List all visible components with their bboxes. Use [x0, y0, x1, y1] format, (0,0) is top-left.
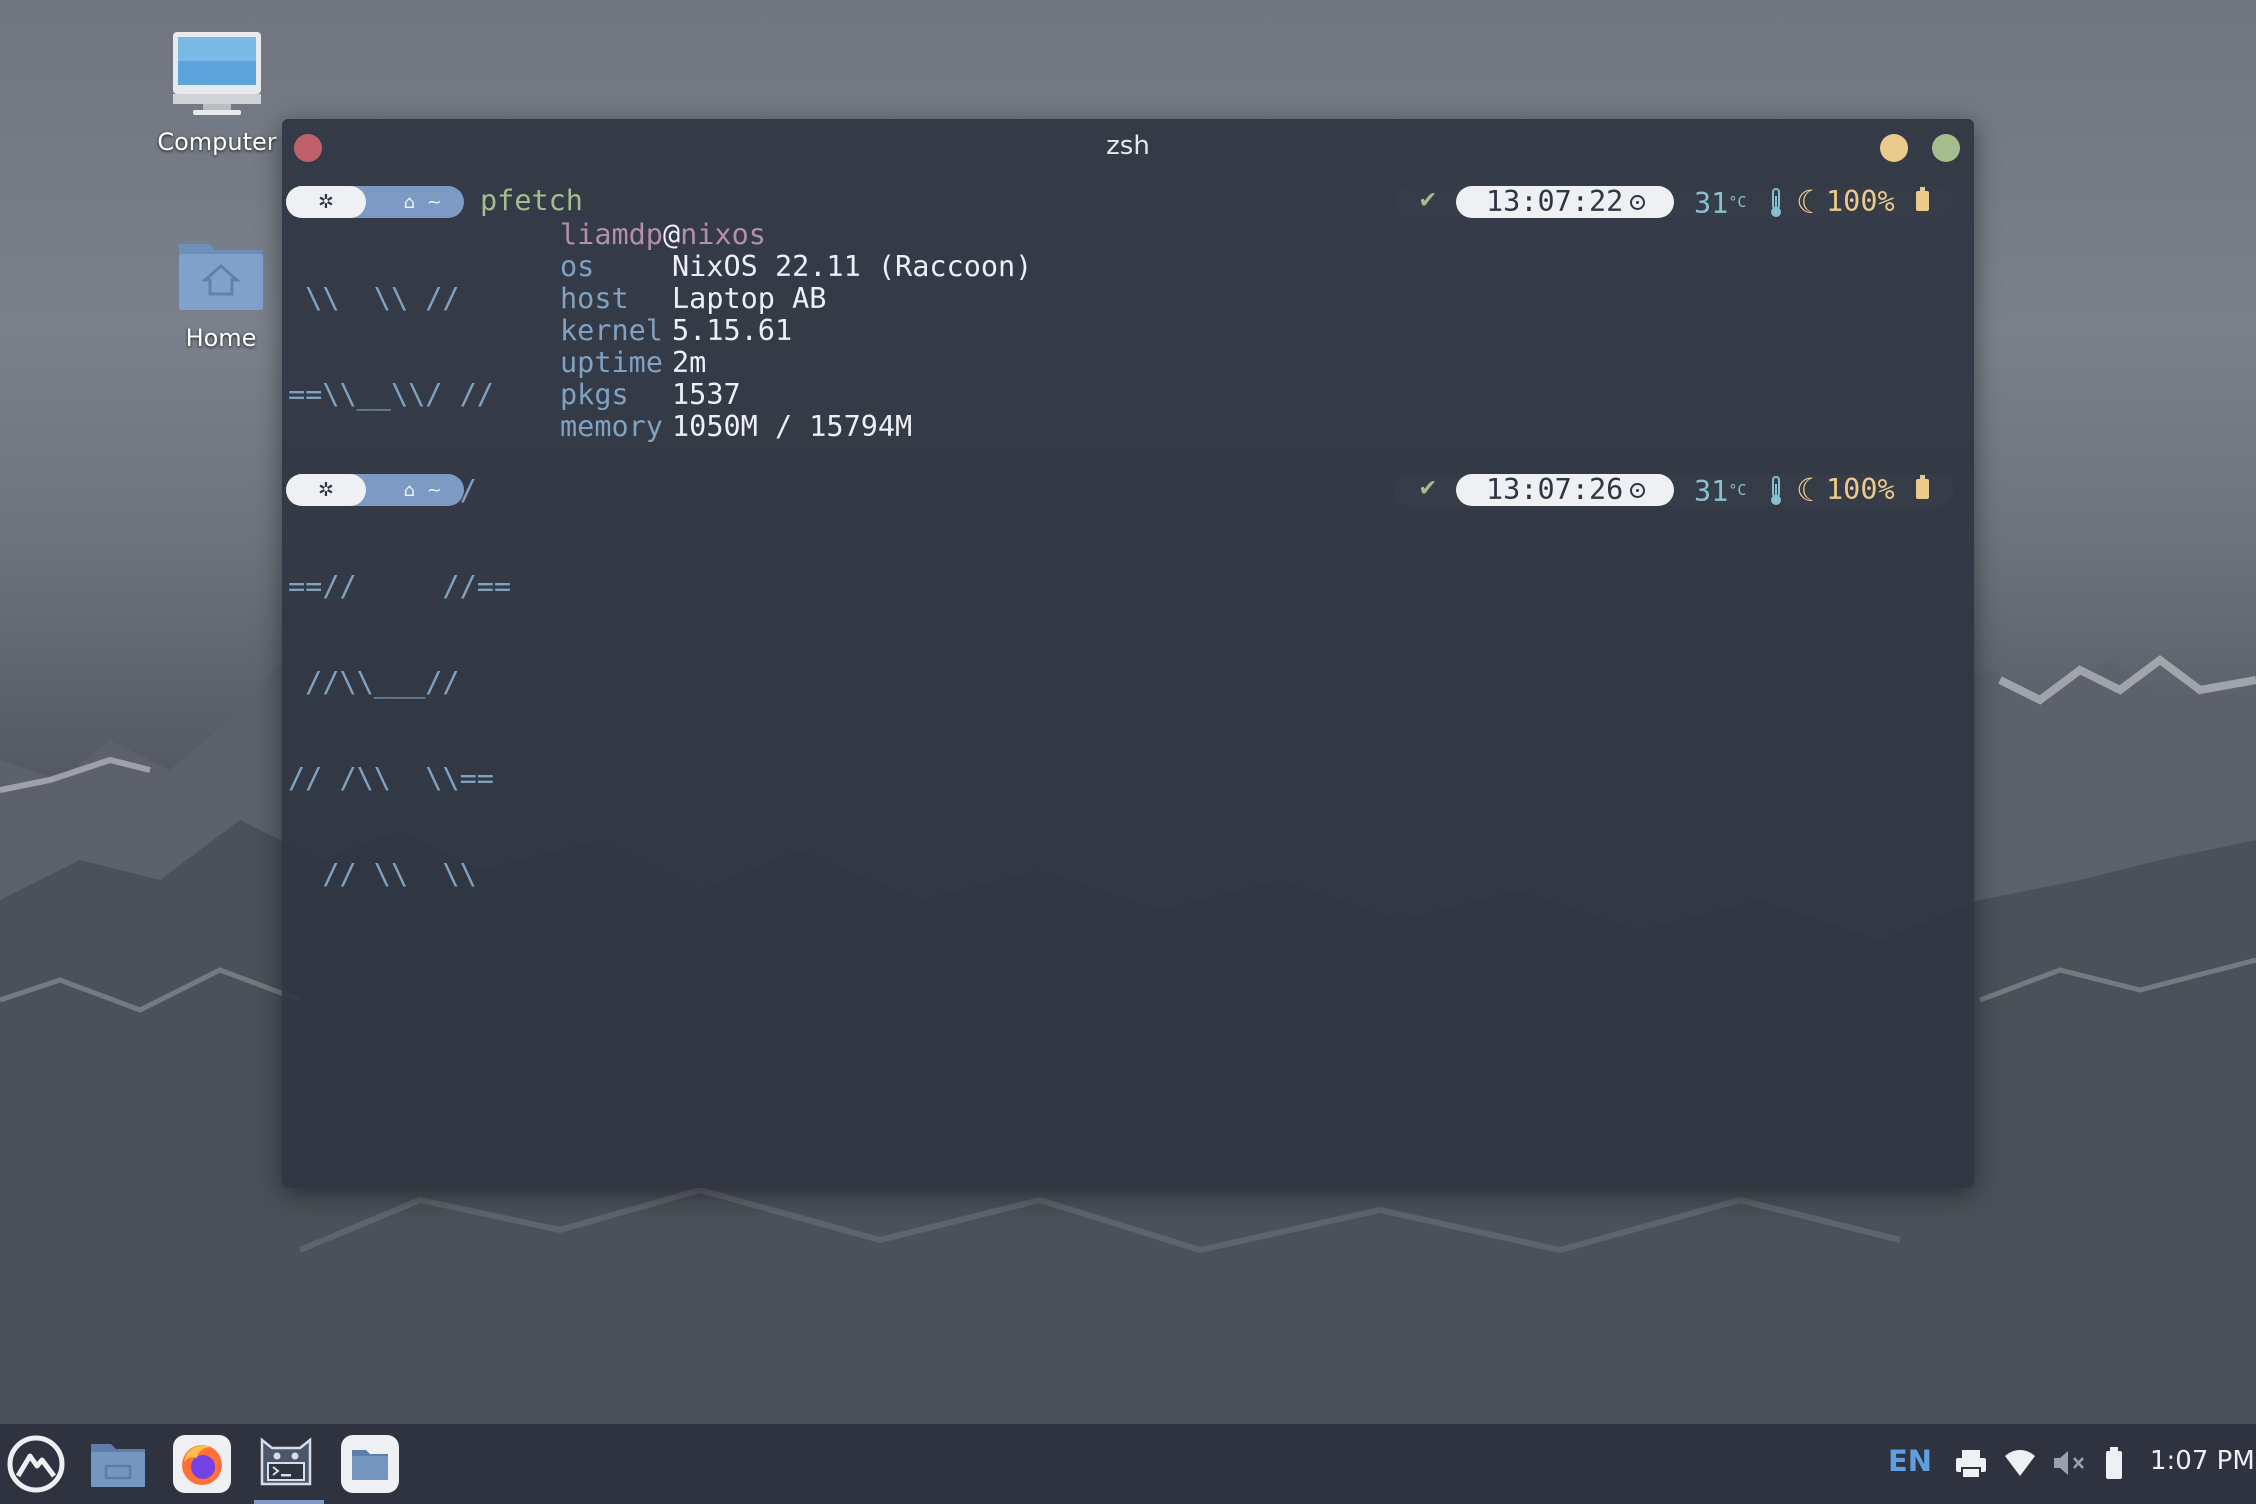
window-titlebar[interactable]: zsh: [282, 119, 1974, 177]
pfetch-value: 1050M / 15794M: [672, 410, 913, 443]
gear-icon: ✲: [318, 479, 334, 501]
battery-percentage: 100%: [1826, 473, 1895, 506]
temperature-segment: 31°C: [1694, 474, 1746, 508]
prompt-directory: ~: [426, 479, 442, 501]
prompt-time: 13:07:26: [1486, 473, 1624, 506]
temperature-value: 31: [1694, 475, 1729, 508]
desktop-icon-computer[interactable]: Computer: [132, 30, 302, 156]
taskbar-clock[interactable]: 1:07 PM: [2150, 1446, 2255, 1476]
pfetch-user-host: liamdp@nixos: [560, 219, 766, 251]
pfetch-value: 2m: [672, 346, 707, 379]
prompt-time: 13:07:22: [1486, 185, 1624, 218]
thermometer-icon: [1771, 188, 1781, 217]
prompt-os-segment: ✲: [286, 474, 366, 506]
temperature-segment: 31°C: [1694, 186, 1746, 220]
logo-line: \\ \\ //: [288, 282, 460, 315]
pfetch-key: os: [560, 250, 595, 283]
home-icon: ⌂: [403, 191, 415, 213]
keyboard-language[interactable]: EN: [1888, 1444, 1932, 1478]
pfetch-row-kernel: kernel: [560, 315, 663, 347]
prompt-os-segment: ✲: [286, 186, 366, 218]
clock-icon: [1630, 195, 1645, 210]
pfetch-row-os: os: [560, 251, 594, 283]
terminal-window[interactable]: zsh ⌂ ~ ✲ pfetch ✔ 13:07:22 31°C ☾ 100%: [282, 119, 1974, 1188]
pfetch-row-host: host: [560, 283, 629, 315]
pfetch-value: 1537: [672, 378, 741, 411]
moon-icon: ☾: [1796, 471, 1825, 509]
pfetch-key: host: [560, 282, 629, 315]
firefox-icon[interactable]: [172, 1434, 232, 1494]
computer-icon: [173, 32, 261, 115]
home-icon: ⌂: [403, 479, 415, 501]
window-title: zsh: [1106, 131, 1150, 161]
temperature-unit: °C: [1728, 481, 1747, 499]
pfetch-value: Laptop AB: [672, 282, 827, 315]
pfetch-row-pkgs: pkgs: [560, 379, 629, 411]
logo-line: ==// //==: [288, 570, 512, 603]
logo-line: //\\___//: [288, 666, 460, 699]
desktop-icon-home-label: Home: [185, 324, 257, 352]
thermometer-icon: [1771, 476, 1781, 505]
battery-tray-icon[interactable]: [2104, 1446, 2124, 1480]
volume-muted-icon[interactable]: [2052, 1448, 2086, 1478]
maximize-button[interactable]: [1932, 134, 1960, 162]
wifi-icon[interactable]: [2004, 1448, 2036, 1478]
clock-icon: [1630, 483, 1645, 498]
right-prompt: ✔ 13:07:22 31°C ☾ 100%: [1394, 183, 1954, 221]
gear-icon: ✲: [318, 191, 334, 213]
battery-icon: [1916, 475, 1929, 499]
pfetch-key: uptime: [560, 346, 663, 379]
right-prompt: ✔ 13:07:26 31°C ☾ 100%: [1394, 471, 1954, 509]
nixos-ascii-logo: \\ \\ // ==\\__\\/ // // \\// ==// //== …: [288, 219, 511, 955]
minimize-button[interactable]: [1880, 134, 1908, 162]
app-menu-icon[interactable]: [6, 1434, 66, 1494]
desktop-icon-home[interactable]: Home: [136, 236, 306, 352]
time-segment: 13:07:26: [1456, 474, 1674, 506]
pfetch-host: nixos: [680, 218, 766, 251]
printer-icon[interactable]: [1954, 1448, 1988, 1480]
prompt-command: pfetch: [480, 184, 583, 217]
pfetch-row-uptime: uptime: [560, 347, 663, 379]
terminal-app-icon[interactable]: [256, 1434, 316, 1494]
pfetch-key: memory: [560, 410, 663, 443]
desktop-icon-computer-label: Computer: [157, 128, 277, 156]
pfetch-at: @: [662, 218, 681, 251]
active-app-indicator: [254, 1500, 324, 1504]
battery-icon: [1916, 187, 1929, 211]
file-manager-icon[interactable]: [88, 1434, 148, 1494]
files-app-icon[interactable]: [340, 1434, 400, 1494]
pfetch-key: kernel: [560, 314, 663, 347]
pfetch-value: 5.15.61: [672, 314, 793, 347]
moon-icon: ☾: [1796, 183, 1825, 221]
home-folder-icon: [179, 244, 263, 310]
status-check-icon: ✔: [1420, 472, 1436, 502]
logo-line: ==\\__\\/ //: [288, 378, 494, 411]
temperature-value: 31: [1694, 187, 1729, 220]
pfetch-user: liamdp: [560, 218, 663, 251]
prompt-directory: ~: [426, 191, 442, 213]
pfetch-key: pkgs: [560, 378, 629, 411]
logo-line: // \\ \\: [288, 858, 477, 891]
pfetch-row-memory: memory: [560, 411, 663, 443]
status-check-icon: ✔: [1420, 184, 1436, 214]
taskbar: EN 1:07 PM: [0, 1424, 2256, 1504]
logo-line: // /\\ \\==: [288, 762, 494, 795]
pfetch-value: NixOS 22.11 (Raccoon): [672, 250, 1033, 283]
time-segment: 13:07:22: [1456, 186, 1674, 218]
battery-percentage: 100%: [1826, 185, 1895, 218]
temperature-unit: °C: [1728, 193, 1747, 211]
